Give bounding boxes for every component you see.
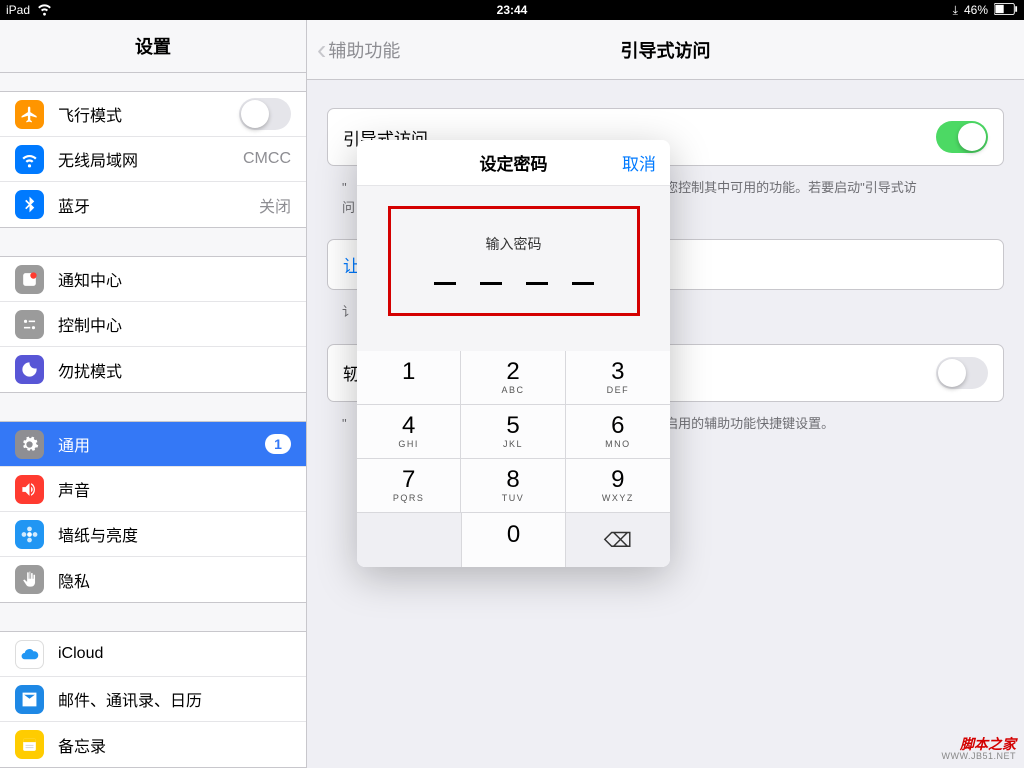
sidebar-item-wallpaper[interactable]: 墙纸与亮度 xyxy=(0,512,306,557)
sidebar-item-label: 控制中心 xyxy=(58,312,291,336)
clock: 23:44 xyxy=(497,3,528,17)
sidebar-item-label: 勿扰模式 xyxy=(58,358,291,382)
status-bar: iPad 23:44 ⤓ 46% xyxy=(0,0,1024,20)
battery-percent: 46% xyxy=(964,3,988,17)
sidebar-item-mail[interactable]: 邮件、通讯录、日历 xyxy=(0,677,306,722)
keypad-9[interactable]: 9WXYZ xyxy=(566,459,670,513)
cloud-icon xyxy=(15,640,44,669)
keypad-2[interactable]: 2ABC xyxy=(461,351,565,405)
sidebar-item-sounds[interactable]: 声音 xyxy=(0,467,306,512)
airplane-toggle[interactable] xyxy=(239,98,291,130)
row3-toggle[interactable] xyxy=(936,357,988,389)
sidebar-item-bluetooth[interactable]: 蓝牙关闭 xyxy=(0,182,306,227)
back-label: 辅助功能 xyxy=(328,37,400,63)
settings-sidebar: 设置 飞行模式无线局域网CMCC蓝牙关闭通知中心控制中心勿扰模式通用 1 声音墙纸与… xyxy=(0,20,307,768)
guided-access-toggle[interactable] xyxy=(936,121,988,153)
keypad-delete[interactable]: ⌫ xyxy=(566,513,670,567)
flower-icon xyxy=(15,520,44,549)
sidebar-item-privacy[interactable]: 隐私 xyxy=(0,557,306,602)
sidebar-item-label: 备忘录 xyxy=(58,733,291,757)
sidebar-item-general[interactable]: 通用 1 xyxy=(0,422,306,467)
modal-cancel-button[interactable]: 取消 xyxy=(622,150,656,175)
sidebar-item-label: 蓝牙 xyxy=(58,193,245,217)
sidebar-item-control[interactable]: 控制中心 xyxy=(0,302,306,347)
sidebar-item-notifications[interactable]: 通知中心 xyxy=(0,257,306,302)
sidebar-item-label: 声音 xyxy=(58,477,291,501)
sidebar-item-icloud[interactable]: iCloud xyxy=(0,632,306,677)
keypad-4[interactable]: 4GHI xyxy=(357,405,461,459)
sidebar-item-label: 墙纸与亮度 xyxy=(58,522,291,546)
speaker-icon xyxy=(15,475,44,504)
keypad-6[interactable]: 6MNO xyxy=(566,405,670,459)
passcode-highlight-box: 输入密码 xyxy=(388,206,640,316)
bt-icon xyxy=(15,190,44,219)
detail-title: 引导式访问 xyxy=(621,37,711,63)
sidebar-item-label: iCloud xyxy=(58,645,291,663)
hand-icon xyxy=(15,565,44,594)
sidebar-item-notes[interactable]: 备忘录 xyxy=(0,722,306,767)
wifi-icon xyxy=(36,0,53,20)
modal-header: 设定密码 取消 xyxy=(357,140,670,186)
sidebar-item-label: 通知中心 xyxy=(58,267,291,291)
back-button[interactable]: ‹ 辅助功能 xyxy=(317,36,400,64)
plane-icon xyxy=(15,100,44,129)
passcode-dashes xyxy=(434,282,594,285)
sidebar-item-airplane[interactable]: 飞行模式 xyxy=(0,92,306,137)
sidebar-item-label: 无线局域网 xyxy=(58,147,229,171)
moon-icon xyxy=(15,355,44,384)
badge: 1 xyxy=(265,434,291,454)
sidebar-item-wifi[interactable]: 无线局域网CMCC xyxy=(0,137,306,182)
wifi-icon xyxy=(15,145,44,174)
device-name: iPad xyxy=(6,3,30,17)
detail-navbar: ‹ 辅助功能 引导式访问 xyxy=(307,20,1024,80)
keypad-8[interactable]: 8TUV xyxy=(461,459,565,513)
sidebar-item-label: 通用 xyxy=(58,432,251,456)
numeric-keypad: 1 2ABC3DEF 4GHI5JKL6MNO 7PQRS8TUV9WXYZ0 ⌫ xyxy=(357,351,670,567)
keypad-0[interactable]: 0 xyxy=(461,513,565,567)
battery-icon xyxy=(994,3,1018,18)
mail-icon xyxy=(15,685,44,714)
notes-icon xyxy=(15,730,44,759)
sidebar-item-dnd[interactable]: 勿扰模式 xyxy=(0,347,306,392)
passcode-prompt: 输入密码 xyxy=(486,234,542,254)
watermark: 脚本之家 WWW.JB51.NET xyxy=(941,737,1016,762)
keypad-blank xyxy=(357,513,461,567)
sidebar-item-label: 邮件、通讯录、日历 xyxy=(58,687,291,711)
chevron-left-icon: ‹ xyxy=(317,36,326,64)
modal-title: 设定密码 xyxy=(480,150,548,175)
sidebar-item-label: 隐私 xyxy=(58,568,291,592)
passcode-modal: 设定密码 取消 输入密码 1 2ABC3DEF 4GHI5JKL6MNO 7PQRS… xyxy=(357,140,670,567)
sidebar-title: 设置 xyxy=(0,20,306,73)
lock-icon: ⤓ xyxy=(953,3,958,18)
keypad-5[interactable]: 5JKL xyxy=(461,405,565,459)
gear-icon xyxy=(15,430,44,459)
notif-icon xyxy=(15,265,44,294)
sidebar-item-label: 飞行模式 xyxy=(58,102,225,126)
keypad-7[interactable]: 7PQRS xyxy=(357,459,461,513)
ctrl-icon xyxy=(15,310,44,339)
keypad-3[interactable]: 3DEF xyxy=(566,351,670,405)
keypad-1[interactable]: 1 xyxy=(357,351,461,405)
backspace-icon: ⌫ xyxy=(604,528,632,553)
